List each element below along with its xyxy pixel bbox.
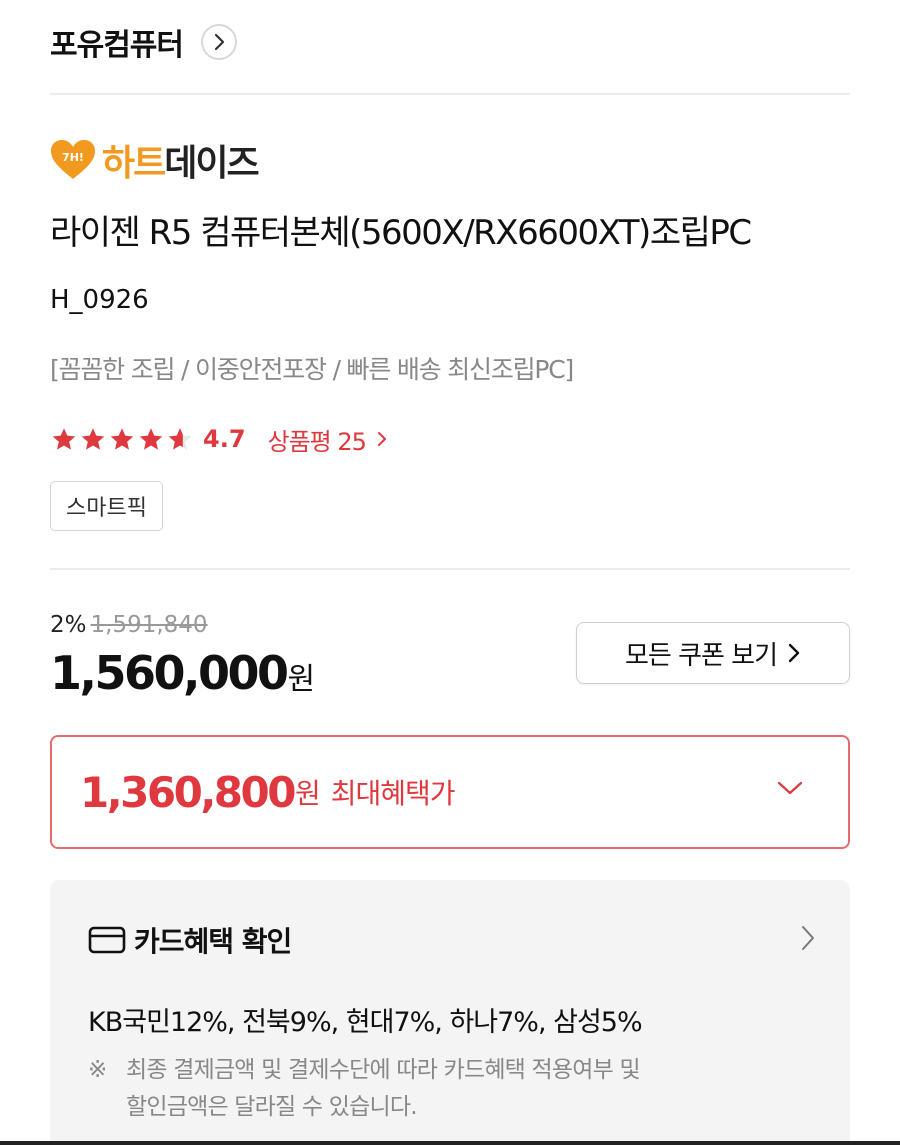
- heart-icon-text: 7H!: [62, 151, 84, 164]
- sale-price-amount: 1,560,000: [50, 646, 289, 700]
- card-benefit-title[interactable]: 카드혜택 확인: [134, 920, 292, 960]
- max-benefit-dropdown[interactable]: 1,360,800 원 최대혜택가: [50, 735, 850, 849]
- star-icon: [110, 427, 134, 450]
- card-benefit-rates: KB국민12%, 전북9%, 현대7%, 하나7%, 삼성5%: [88, 1007, 643, 1038]
- max-benefit-label: 최대혜택가: [330, 777, 456, 810]
- seller-header[interactable]: 포유컴퓨터: [50, 18, 237, 66]
- star-rating: [50, 426, 195, 453]
- product-tagline: [꼼꼼한 조립 / 이중안전포장 / 빠른 배송 최신조립PC]: [50, 355, 574, 384]
- note-line: 할인금액은 달라질 수 있습니다.: [126, 1094, 418, 1120]
- sale-price-unit: 원: [287, 662, 316, 697]
- original-price: 1,591,840: [90, 612, 208, 638]
- chevron-right-icon[interactable]: [376, 430, 388, 448]
- star-icon: [139, 427, 163, 450]
- review-link[interactable]: 상품평 25: [268, 422, 388, 457]
- divider: [50, 568, 850, 570]
- smartpick-badge: 스마트픽: [50, 481, 163, 531]
- brand-name: 하트데이즈: [102, 134, 260, 186]
- note-line: 최종 결제금액 및 결제수단에 따라 카드혜택 적용여부 및: [126, 1057, 641, 1083]
- heart-icon: 7H!: [51, 140, 95, 179]
- brand-logo[interactable]: 7H! 하트데이즈: [50, 134, 260, 186]
- star-icon: [81, 427, 105, 450]
- screen-bottom-edge: [0, 1141, 900, 1145]
- discount-row: 2% 1,591,840: [50, 612, 208, 638]
- max-benefit-amount: 1,360,800: [80, 767, 296, 817]
- sale-price: 1,560,000 원: [50, 646, 315, 700]
- card-benefit-header[interactable]: 카드혜택 확인: [88, 920, 292, 960]
- card-benefit-note: ※ 최종 결제금액 및 결제수단에 따라 카드혜택 적용여부 및 할인금액은 달…: [88, 1052, 641, 1126]
- all-coupons-label[interactable]: 모든 쿠폰 보기: [625, 635, 778, 672]
- brand-name-part1: 하트: [102, 143, 166, 184]
- product-title: 라이젠 R5 컴퓨터본체(5600X/RX6600XT)조립PC: [50, 213, 752, 253]
- star-half-icon: [168, 427, 192, 450]
- review-count[interactable]: 상품평 25: [268, 422, 367, 457]
- seller-name[interactable]: 포유컴퓨터: [50, 20, 184, 64]
- product-code: H_0926: [50, 285, 149, 315]
- brand-name-part2: 데이즈: [164, 143, 259, 184]
- chevron-right-icon[interactable]: [787, 642, 801, 664]
- rating-value: 4.7: [203, 425, 246, 453]
- all-coupons-button[interactable]: 모든 쿠폰 보기: [576, 622, 850, 684]
- discount-rate: 2%: [50, 612, 87, 638]
- chevron-right-icon[interactable]: [201, 24, 237, 60]
- rating-row: 4.7 상품평 25: [50, 420, 388, 458]
- card-benefit-panel[interactable]: 카드혜택 확인 KB국민12%, 전북9%, 현대7%, 하나7%, 삼성5% …: [50, 880, 850, 1145]
- chevron-down-icon[interactable]: [776, 779, 804, 797]
- note-mark: ※: [88, 1057, 107, 1083]
- credit-card-icon: [88, 926, 126, 954]
- max-benefit-unit: 원: [294, 777, 321, 810]
- chevron-right-icon[interactable]: [800, 924, 816, 952]
- divider: [50, 93, 850, 95]
- star-icon: [52, 427, 76, 450]
